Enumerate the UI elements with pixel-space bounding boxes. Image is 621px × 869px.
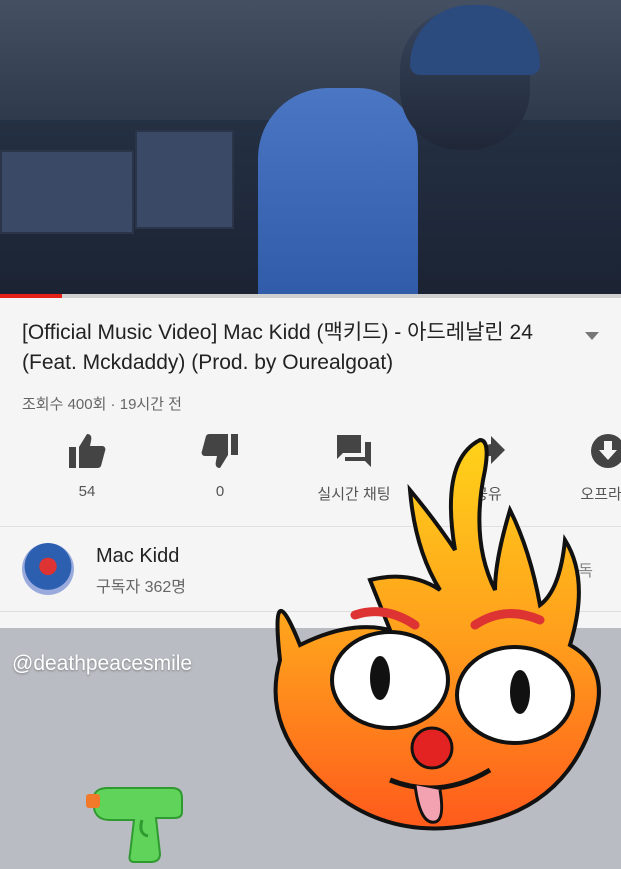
thumbs-up-icon: [27, 431, 147, 471]
sticker-handle-text: @deathpeacesmile: [12, 652, 193, 675]
chevron-down-icon[interactable]: [585, 332, 599, 340]
channel-avatar[interactable]: [22, 543, 74, 595]
like-button[interactable]: 54: [27, 431, 147, 500]
channel-name[interactable]: Mac Kidd: [96, 545, 179, 568]
video-title[interactable]: [Official Music Video] Mac Kidd (맥키드) - …: [22, 318, 562, 378]
video-player[interactable]: [0, 0, 621, 298]
subscriber-count: 구독자 362명: [96, 579, 187, 596]
like-count: 54: [78, 483, 96, 500]
water-pistol-icon: [86, 784, 186, 869]
video-meta: 조회수 400회 · 19시간 전: [22, 396, 182, 413]
video-frame-crate: [0, 150, 134, 234]
video-frame-person: [258, 88, 418, 298]
flame-face-sticker: [240, 430, 620, 855]
video-frame-crate: [135, 130, 234, 229]
